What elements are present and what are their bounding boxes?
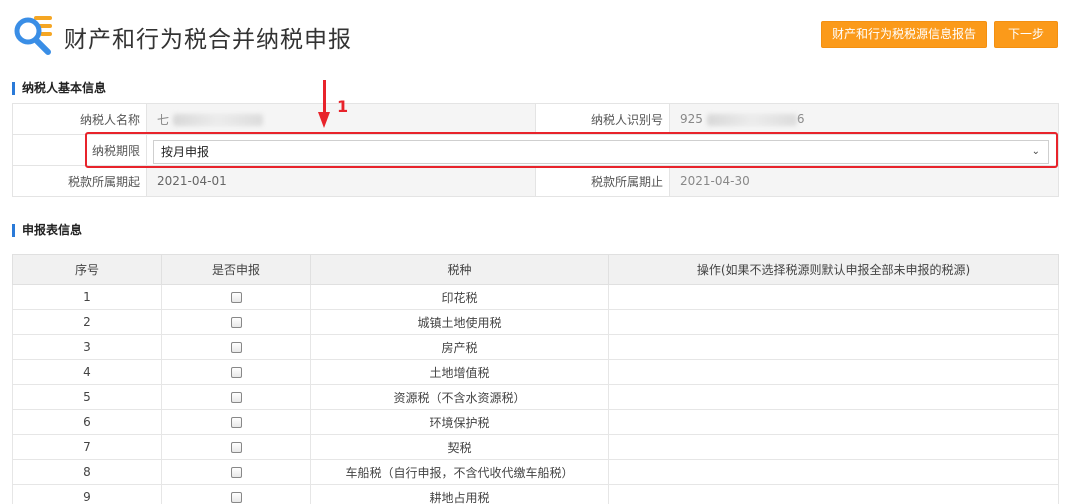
tax-source-report-button[interactable]: 财产和行为税税源信息报告 — [821, 21, 987, 48]
column-header-no: 序号 — [12, 254, 162, 285]
declare-cell — [161, 484, 311, 504]
table-row: 9 耕地占用税 — [12, 484, 1059, 504]
operation-cell — [608, 309, 1059, 335]
operation-cell — [608, 409, 1059, 435]
tax-type: 土地增值税 — [310, 359, 609, 385]
operation-cell — [608, 334, 1059, 360]
declare-checkbox[interactable] — [230, 467, 242, 478]
operation-cell — [608, 384, 1059, 410]
tax-type: 契税 — [310, 434, 609, 460]
table-row: 5 资源税（不含水资源税） — [12, 384, 1059, 410]
declare-checkbox[interactable] — [230, 292, 242, 303]
taxpayer-name-label: 纳税人名称 — [12, 103, 147, 135]
row-number: 9 — [12, 484, 162, 504]
row-number: 1 — [12, 284, 162, 310]
operation-cell — [608, 284, 1059, 310]
table-row: 6 环境保护税 — [12, 409, 1059, 435]
table-row: 8 车船税（自行申报，不含代收代缴车船税） — [12, 459, 1059, 485]
redacted-blur — [173, 114, 264, 126]
declare-cell — [161, 434, 311, 460]
section-title-basic-info: 纳税人基本信息 — [12, 82, 106, 95]
declare-checkbox[interactable] — [230, 317, 242, 328]
declare-cell — [161, 284, 311, 310]
taxpayer-name-text: 七 — [157, 112, 170, 127]
taxpayer-id-text: 925 — [680, 112, 703, 126]
tax-type: 城镇土地使用税 — [310, 309, 609, 335]
search-list-icon — [14, 16, 52, 55]
declaration-table: 序号 是否申报 税种 操作(如果不选择税源则默认申报全部未申报的税源) 1 印花税… — [12, 254, 1059, 504]
row-number: 5 — [12, 384, 162, 410]
operation-cell — [608, 434, 1059, 460]
column-header-declare: 是否申报 — [161, 254, 311, 285]
declare-cell — [161, 459, 311, 485]
row-number: 7 — [12, 434, 162, 460]
tax-type: 资源税（不含水资源税） — [310, 384, 609, 410]
redacted-blur — [706, 113, 797, 126]
declare-cell — [161, 384, 311, 410]
tax-type: 房产税 — [310, 334, 609, 360]
operation-cell — [608, 484, 1059, 504]
declare-checkbox[interactable] — [230, 367, 242, 378]
period-start-value: 2021-04-01 — [146, 165, 536, 197]
operation-cell — [608, 359, 1059, 385]
taxpayer-id-value: 925 6 — [669, 103, 1059, 135]
tax-type: 环境保护税 — [310, 409, 609, 435]
declare-cell — [161, 309, 311, 335]
taxpayer-id-suffix: 6 — [796, 112, 805, 126]
row-number: 3 — [12, 334, 162, 360]
row-number: 8 — [12, 459, 162, 485]
operation-cell — [608, 459, 1059, 485]
declare-checkbox[interactable] — [230, 417, 242, 428]
tax-type: 耕地占用税 — [310, 484, 609, 504]
declare-checkbox[interactable] — [230, 342, 242, 353]
info-row: 税款所属期起 2021-04-01 税款所属期止 2021-04-30 — [12, 165, 1059, 197]
declare-cell — [161, 334, 311, 360]
row-number: 2 — [12, 309, 162, 335]
annotation-number: 1 — [337, 97, 349, 116]
column-header-operation: 操作(如果不选择税源则默认申报全部未申报的税源) — [608, 254, 1059, 285]
tax-type: 车船税（自行申报，不含代收代缴车船税） — [310, 459, 609, 485]
declare-cell — [161, 359, 311, 385]
taxpayer-id-label: 纳税人识别号 — [535, 103, 670, 135]
next-step-button[interactable]: 下一步 — [994, 21, 1058, 48]
declare-checkbox[interactable] — [230, 492, 242, 503]
row-number: 4 — [12, 359, 162, 385]
page-header: 财产和行为税合并纳税申报 财产和行为税税源信息报告 下一步 — [0, 0, 1080, 72]
period-end-label: 税款所属期止 — [535, 165, 670, 197]
table-row: 1 印花税 — [12, 284, 1059, 310]
period-start-label: 税款所属期起 — [12, 165, 147, 197]
column-header-tax: 税种 — [310, 254, 609, 285]
annotation-arrow-shaft — [323, 80, 326, 116]
tax-type: 印花税 — [310, 284, 609, 310]
table-row: 4 土地增值税 — [12, 359, 1059, 385]
declare-checkbox[interactable] — [230, 442, 242, 453]
declare-checkbox[interactable] — [230, 392, 242, 403]
annotation-highlight-box — [85, 132, 1058, 168]
page-title: 财产和行为税合并纳税申报 — [64, 27, 352, 53]
table-header-row: 序号 是否申报 税种 操作(如果不选择税源则默认申报全部未申报的税源) — [12, 254, 1059, 285]
table-row: 7 契税 — [12, 434, 1059, 460]
period-end-value: 2021-04-30 — [669, 165, 1059, 197]
section-title-declaration: 申报表信息 — [12, 224, 82, 237]
table-row: 3 房产税 — [12, 334, 1059, 360]
row-number: 6 — [12, 409, 162, 435]
info-row: 纳税人名称 七 纳税人识别号 925 6 — [12, 103, 1059, 135]
declare-cell — [161, 409, 311, 435]
annotation-arrow-head — [318, 112, 330, 128]
table-row: 2 城镇土地使用税 — [12, 309, 1059, 335]
